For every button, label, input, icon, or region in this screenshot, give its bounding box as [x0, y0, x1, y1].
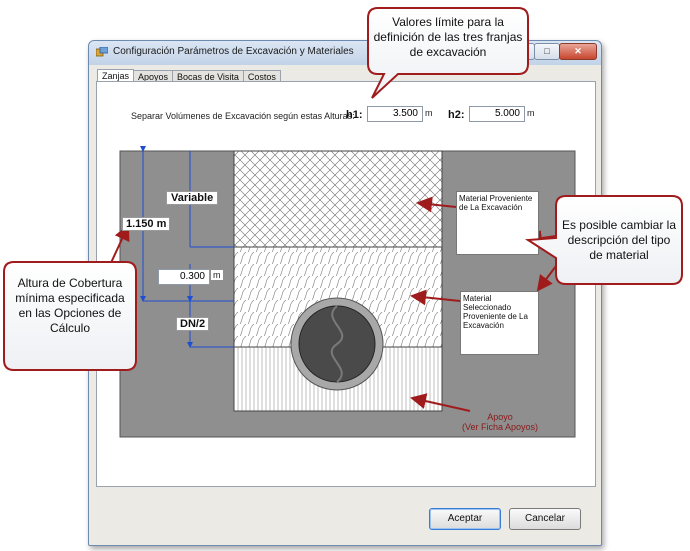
- material-top-textbox[interactable]: Material Proveniente de La Excavación: [456, 191, 539, 255]
- callout-top-text: Valores límite para la definición de las…: [373, 15, 523, 59]
- apoyo-sub-label: (Ver Ficha Apoyos): [461, 422, 539, 432]
- callout-left-text: Altura de Cobertura mínima especificada …: [15, 276, 125, 335]
- callout-right-text: Es posible cambiar la descripción del ti…: [561, 218, 677, 262]
- offset-input[interactable]: 0.300: [158, 269, 210, 285]
- material-mid-textbox[interactable]: Material Seleccionado Proveniente de La …: [460, 291, 539, 355]
- offset-unit: m: [211, 270, 223, 280]
- trench-band-top: [233, 150, 443, 248]
- cover-height-label: 1.150 m: [122, 217, 171, 231]
- variable-label: Variable: [166, 191, 219, 205]
- dn-half-label: DN/2: [176, 317, 210, 331]
- apoyo-label: Apoyo: [487, 412, 513, 422]
